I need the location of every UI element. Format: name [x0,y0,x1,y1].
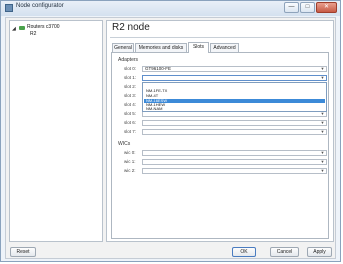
slot-2-label: slot 2: [124,84,137,89]
slot-7-label: slot 7: [124,129,137,134]
apply-button[interactable]: Apply [307,247,332,257]
tab-advanced[interactable]: Advanced [210,43,239,52]
minimize-button[interactable]: — [284,2,299,13]
tab-slots[interactable]: Slots [188,42,209,53]
slot-5-label: slot 5: [124,111,137,116]
expand-icon[interactable]: ◢ [12,26,16,32]
chevron-down-icon: ▼ [320,66,325,71]
chevron-down-icon: ▼ [320,168,325,173]
cancel-button[interactable]: Cancel [270,247,299,257]
slot-7-select[interactable]: ▼ [142,129,327,135]
adapters-group-label: Adapters [118,57,139,63]
slot-1-select[interactable]: ▼ [142,75,327,81]
wic-2-label: wic 2: [124,168,136,173]
slot-4-label: slot 4: [124,102,137,107]
dropdown-option-nm-1fe-tx[interactable]: NM-1FE-TX [144,89,325,93]
slot-3-label: slot 3: [124,93,137,98]
slot-0-select[interactable]: GT96100-FE ▼ [142,66,327,72]
wic-1-label: wic 1: [124,159,136,164]
wic-0-select[interactable]: ▼ [142,150,327,156]
router-group-icon [19,26,25,30]
chevron-down-icon: ▼ [320,120,325,125]
tree-item-routers[interactable]: Routers c3700 [27,24,60,30]
tree-item-r2[interactable]: R2 [30,31,36,37]
wics-group-label: WICs [118,141,131,147]
chevron-down-icon: ▼ [320,129,325,134]
window-title: Node configurator [16,3,64,9]
app-icon [5,4,13,12]
slot-6-label: slot 6: [124,120,137,125]
node-tree: ◢ Routers c3700 R2 [9,20,103,242]
tab-general[interactable]: General [112,43,134,52]
title-divider [110,37,330,38]
slots-tab-content: Adapters slot 0: GT96100-FE ▼ slot 1: ▼ s… [111,52,329,239]
node-configurator-window: Node configurator — □ ✕ ◢ Routers c3700 … [0,0,341,262]
reset-button[interactable]: Reset [10,247,36,257]
wic-2-select[interactable]: ▼ [142,168,327,174]
close-button[interactable]: ✕ [316,2,337,13]
slot-6-select[interactable]: ▼ [142,120,327,126]
slot-1-dropdown-list[interactable]: NM-1FE-TX NM-4T NM-16ESW NM-1HEW NM-NAM [142,82,327,112]
tab-memories-and-disks[interactable]: Memories and disks [135,43,187,52]
ok-button[interactable]: OK [232,247,256,257]
chevron-down-icon: ▼ [320,150,325,155]
config-panel: R2 node General Memories and disks Slots… [106,20,334,242]
chevron-down-icon: ▼ [320,159,325,164]
dropdown-option-nm-4t[interactable]: NM-4T [144,94,325,98]
title-bar: Node configurator — □ ✕ [1,1,340,16]
slot-0-label: slot 0: [124,66,137,71]
slot-1-label: slot 1: [124,75,137,80]
dialog-body: ◢ Routers c3700 R2 R2 node General Memor… [5,17,336,259]
slot-0-value: GT96100-FE [145,66,172,71]
dropdown-option-empty[interactable] [144,84,325,88]
maximize-button[interactable]: □ [300,2,315,13]
node-title: R2 node [112,22,150,33]
wic-1-select[interactable]: ▼ [142,159,327,165]
wic-0-label: wic 0: [124,150,136,155]
chevron-down-icon: ▼ [320,111,325,116]
chevron-down-icon: ▼ [320,75,325,80]
dropdown-option-nm-nam[interactable]: NM-NAM [144,107,325,111]
